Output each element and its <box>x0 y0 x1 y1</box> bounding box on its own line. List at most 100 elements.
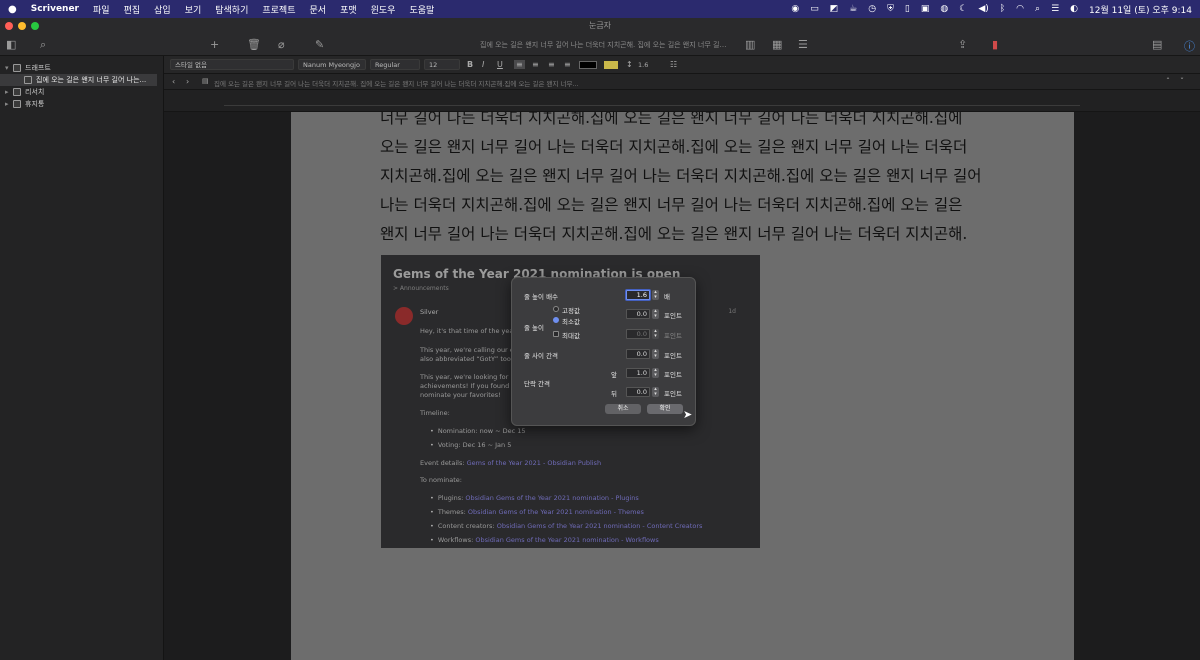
bookmark-icon[interactable]: ▮ <box>992 38 998 51</box>
align-right-icon[interactable]: ≡ <box>548 60 555 69</box>
siri-icon[interactable]: ◐ <box>1070 4 1078 14</box>
after-spacing-field[interactable]: 0.0 <box>626 387 650 397</box>
style-select[interactable]: 스타일 없음 <box>170 59 294 70</box>
menu-app-name[interactable]: Scrivener <box>31 4 79 14</box>
outline-icon[interactable]: ☰ <box>798 38 808 51</box>
menu-project[interactable]: 프로젝트 <box>262 3 295 16</box>
menu-window[interactable]: 윈도우 <box>371 3 396 16</box>
nominate-link[interactable]: Obsidian Gems of the Year 2021 nominatio… <box>497 522 703 530</box>
menu-navigate[interactable]: 탐색하기 <box>215 3 248 16</box>
binder-item-draft[interactable]: ▾ 드래프트 <box>0 62 163 74</box>
align-center-icon[interactable]: ≡ <box>532 60 539 69</box>
ok-button[interactable]: 확인 <box>647 404 683 414</box>
close-window-button[interactable] <box>5 22 13 30</box>
volume-icon[interactable]: ◀) <box>978 4 988 14</box>
event-link[interactable]: Gems of the Year 2021 - Obsidian Publish <box>467 459 601 467</box>
line-spacing-between-label: 줄 사이 간격 <box>524 352 559 360</box>
embed-timeline-label: Timeline: <box>420 409 450 417</box>
maximum-checkbox[interactable] <box>553 331 559 337</box>
before-spacing-field[interactable]: 1.0 <box>626 368 650 378</box>
back-arrow-icon[interactable]: ‹ <box>172 77 175 86</box>
fixed-radio[interactable] <box>553 306 559 312</box>
chart-icon[interactable]: ◩ <box>830 4 839 14</box>
cancel-button[interactable]: 취소 <box>605 404 641 414</box>
bold-icon[interactable]: B <box>467 60 473 69</box>
minimum-value-stepper[interactable]: ▴ ▾ <box>652 309 659 319</box>
align-justify-icon[interactable]: ≡ <box>564 60 571 69</box>
chevron-down-icon[interactable]: ▾ <box>5 64 13 72</box>
zoom-window-button[interactable] <box>31 22 39 30</box>
m-icon[interactable]: ▣ <box>921 4 930 14</box>
line-spacing-icon[interactable]: ↕ <box>626 60 633 69</box>
after-spacing-stepper[interactable]: ▴ ▾ <box>652 387 659 397</box>
wifi-icon[interactable]: ◠ <box>1016 4 1024 14</box>
binder-item-research[interactable]: ▸ 리서치 <box>0 86 163 98</box>
maximum-value-stepper[interactable]: ▴ ▾ <box>652 329 659 339</box>
share-icon[interactable]: ⇪ <box>958 38 967 51</box>
menu-file[interactable]: 파일 <box>93 3 110 16</box>
binder-item-trash[interactable]: ▸ 휴지통 <box>0 98 163 110</box>
nominate-link[interactable]: Obsidian Gems of the Year 2021 nominatio… <box>475 536 658 544</box>
chevron-right-icon[interactable]: ▸ <box>5 88 13 96</box>
ruler[interactable] <box>164 90 1200 112</box>
chevron-down-icon[interactable]: ˇ <box>1180 77 1184 86</box>
keyboard-icon[interactable]: ▭ <box>810 4 819 14</box>
bluetooth-icon[interactable]: ᛒ <box>1000 4 1005 14</box>
binder-toggle-icon[interactable]: ◧ <box>6 38 16 51</box>
line-multiple-field[interactable]: 1.6 <box>626 290 650 300</box>
minimum-radio[interactable] <box>553 317 559 323</box>
chevron-up-icon[interactable]: ˆ <box>1166 77 1170 86</box>
list-icon[interactable]: ☷ <box>670 60 677 69</box>
split-icon[interactable]: ▥ <box>745 38 755 51</box>
shield-icon[interactable]: ⛨ <box>887 4 894 14</box>
highlight-color-swatch[interactable] <box>604 61 618 69</box>
line-spacing-value[interactable]: 1.6 <box>638 61 648 69</box>
align-left-icon[interactable]: ≡ <box>514 60 525 69</box>
minimum-value-field[interactable]: 0.0 <box>626 309 650 319</box>
menu-clock[interactable]: 12월 11일 (토) 오후 9:14 <box>1089 3 1192 16</box>
compose-icon[interactable]: ✎ <box>315 38 324 51</box>
minimize-window-button[interactable] <box>18 22 26 30</box>
underline-icon[interactable]: U <box>497 60 503 69</box>
timer-icon[interactable]: ◷ <box>868 4 876 14</box>
apple-icon[interactable]: ● <box>8 4 17 15</box>
control-center-icon[interactable]: ☰ <box>1051 4 1059 14</box>
attach-icon[interactable]: ⌀ <box>278 38 285 51</box>
menu-format[interactable]: 포맷 <box>340 3 357 16</box>
font-weight-select[interactable]: Regular <box>370 59 420 70</box>
embed-author: Silver <box>420 308 439 316</box>
text-color-swatch[interactable] <box>579 61 597 69</box>
font-size-select[interactable]: 12 <box>424 59 460 70</box>
nominate-link[interactable]: Obsidian Gems of the Year 2021 nominatio… <box>465 494 638 502</box>
before-spacing-stepper[interactable]: ▴ ▾ <box>652 368 659 378</box>
doc-icon[interactable]: ▯ <box>905 4 910 14</box>
add-icon[interactable]: + <box>210 38 219 51</box>
airplay-icon[interactable]: ◍ <box>940 4 948 14</box>
menu-insert[interactable]: 삽입 <box>154 3 171 16</box>
line-between-field[interactable]: 0.0 <box>626 349 650 359</box>
record-icon[interactable]: ◉ <box>791 4 799 14</box>
maximum-value-field[interactable]: 0.0 <box>626 329 650 339</box>
line-multiple-stepper[interactable]: ▴ ▾ <box>652 290 659 300</box>
forward-arrow-icon[interactable]: › <box>186 77 189 86</box>
menu-document[interactable]: 문서 <box>310 3 327 16</box>
line-between-stepper[interactable]: ▴ ▾ <box>652 349 659 359</box>
menu-help[interactable]: 도움말 <box>409 3 434 16</box>
point-unit-label: 포인트 <box>664 312 682 320</box>
menu-view[interactable]: 보기 <box>185 3 202 16</box>
search-icon[interactable]: ⌕ <box>1035 4 1040 14</box>
chevron-right-icon[interactable]: ▸ <box>5 100 13 108</box>
italic-icon[interactable]: I <box>482 60 484 69</box>
corkboard-icon[interactable]: ▦ <box>772 38 782 51</box>
font-family-select[interactable]: Nanum Myeongjo <box>298 59 366 70</box>
binder-item-document[interactable]: 집에 오는 길은 왠지 너무 길어 나는... <box>0 74 157 86</box>
teapot-icon[interactable]: ☕ <box>849 4 857 14</box>
nominate-link[interactable]: Obsidian Gems of the Year 2021 nominatio… <box>468 508 644 516</box>
editor-text[interactable]: 너무 길어 나는 더욱더 지치곤해.집에 오는 길은 왠지 너무 길어 나는 더… <box>380 112 990 249</box>
info-icon[interactable]: ⓘ <box>1184 38 1195 54</box>
moon-icon[interactable]: ☾ <box>959 4 967 14</box>
search-icon[interactable]: ⌕ <box>40 38 46 52</box>
trash-icon[interactable]: 🗑 <box>247 38 261 51</box>
inspector-panel-icon[interactable]: ▤ <box>1152 38 1162 51</box>
menu-edit[interactable]: 편집 <box>124 3 141 16</box>
